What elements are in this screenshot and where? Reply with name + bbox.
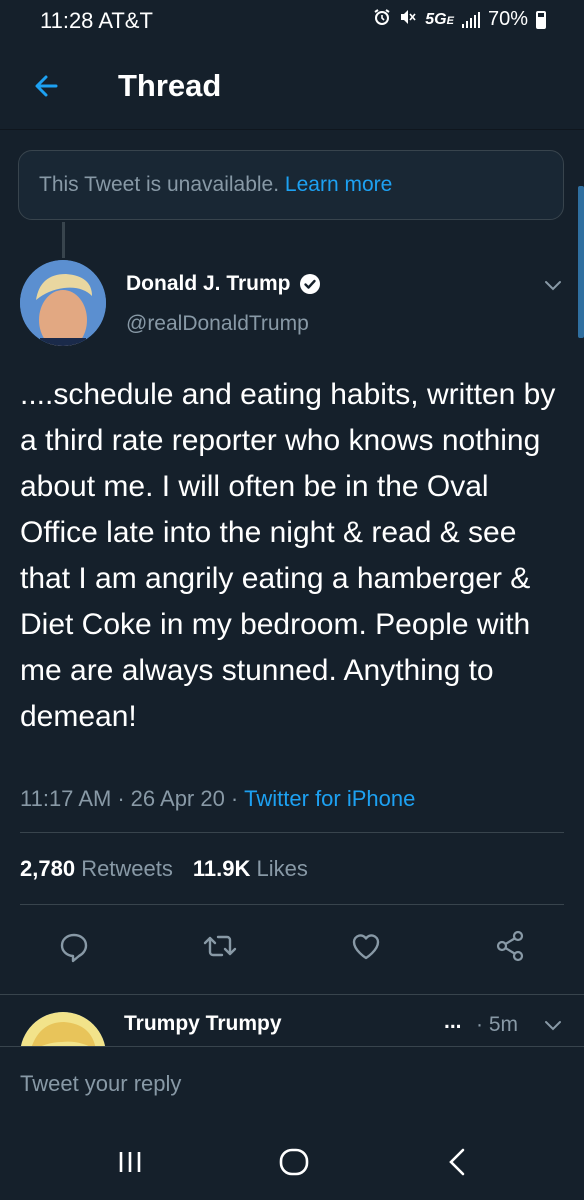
status-bar: 11:28 AT&T 5GE 70% xyxy=(0,0,584,42)
status-icons: 5GE 70% xyxy=(373,8,546,31)
tweet-timestamp: 11:17 AM · 26 Apr 20 · Twitter for iPhon… xyxy=(20,786,415,812)
divider xyxy=(20,832,564,833)
reply-truncation: ... xyxy=(444,1010,462,1033)
share-icon xyxy=(496,930,524,962)
likes-stat[interactable]: 11.9K Likes xyxy=(193,856,308,882)
tweet-time: 11:17 AM xyxy=(20,786,112,811)
battery-icon xyxy=(536,10,546,29)
retweets-label: Retweets xyxy=(81,856,173,881)
likes-label: Likes xyxy=(256,856,308,881)
reply-input[interactable] xyxy=(20,1071,560,1097)
tweet-actions xyxy=(0,918,584,970)
unavailable-message: This Tweet is unavailable. Learn more xyxy=(39,173,392,197)
author-handle[interactable]: @realDonaldTrump xyxy=(126,312,309,336)
author-name[interactable]: Donald J. Trump xyxy=(126,272,321,296)
divider xyxy=(0,994,584,995)
arrow-left-icon xyxy=(35,75,58,97)
page-title: Thread xyxy=(118,68,222,103)
battery-percent: 70% xyxy=(487,8,528,30)
back-nav-icon xyxy=(449,1148,465,1176)
learn-more-link[interactable]: Learn more xyxy=(285,173,392,196)
reply-author-name[interactable]: Trumpy Trumpy xyxy=(124,1012,282,1036)
avatar[interactable] xyxy=(20,260,106,346)
like-button[interactable] xyxy=(344,924,388,968)
verified-badge-icon xyxy=(299,274,320,294)
tweet-stats: 2,780 Retweets 11.9K Likes xyxy=(20,856,308,882)
scrollbar[interactable] xyxy=(578,186,584,338)
recent-apps-button[interactable] xyxy=(110,1142,150,1182)
tweet-text: ....schedule and eating habits, written … xyxy=(20,378,556,733)
tweet-source-link[interactable]: Twitter for iPhone xyxy=(244,786,415,812)
profile-photo xyxy=(20,260,106,346)
divider xyxy=(20,904,564,905)
chevron-down-icon xyxy=(545,281,561,291)
back-button[interactable] xyxy=(28,66,68,106)
thread-connector-line xyxy=(62,222,65,258)
retweets-stat[interactable]: 2,780 Retweets xyxy=(20,856,173,882)
alarm-icon xyxy=(373,8,391,31)
back-nav-button[interactable] xyxy=(438,1142,478,1182)
likes-count: 11.9K xyxy=(192,856,251,881)
share-button[interactable] xyxy=(488,924,532,968)
signal-icon xyxy=(461,11,480,28)
thread-header: Thread xyxy=(0,42,584,130)
meta-separator: · xyxy=(117,786,125,811)
reply-button[interactable] xyxy=(52,924,96,968)
meta-separator: · xyxy=(230,786,239,811)
home-button[interactable] xyxy=(274,1142,314,1182)
unavailable-text: This Tweet is unavailable. xyxy=(39,173,280,196)
retweets-count: 2,780 xyxy=(20,856,76,881)
reply-time: · 5m xyxy=(476,1013,518,1036)
network-indicator: 5GE xyxy=(425,10,454,28)
retweet-icon xyxy=(203,935,237,957)
tweet-menu-button[interactable] xyxy=(542,276,564,294)
mute-icon xyxy=(399,8,417,31)
home-icon xyxy=(279,1148,309,1176)
reply-composer xyxy=(0,1046,584,1122)
status-time: 11:28 AT&T xyxy=(40,8,153,33)
author-name-text: Donald J. Trump xyxy=(126,272,291,295)
retweet-button[interactable] xyxy=(198,924,242,968)
tweet-date: 26 Apr 20 xyxy=(130,786,225,811)
unavailable-tweet-card: This Tweet is unavailable. Learn more xyxy=(18,150,564,220)
heart-icon xyxy=(352,934,380,960)
chevron-down-icon xyxy=(545,1021,561,1031)
reply-icon xyxy=(60,933,88,963)
reply-menu-button[interactable] xyxy=(542,1016,564,1034)
system-nav-bar xyxy=(0,1122,584,1200)
recent-apps-icon xyxy=(119,1152,141,1172)
